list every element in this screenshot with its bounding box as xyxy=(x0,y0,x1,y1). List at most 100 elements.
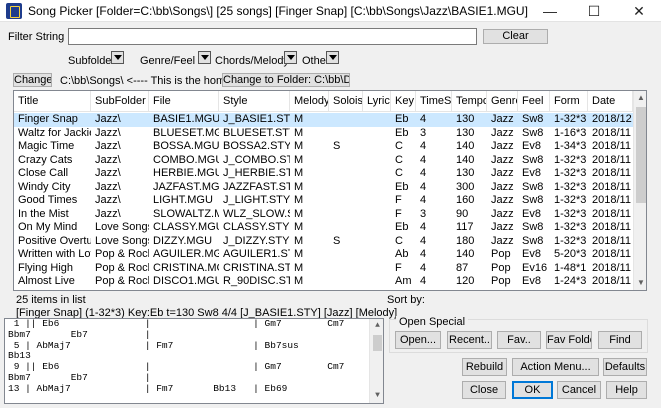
clear-button[interactable]: Clear xyxy=(483,29,548,44)
column-header-file[interactable]: File xyxy=(149,91,219,112)
chords-melody-dropdown[interactable] xyxy=(284,51,297,64)
chord-preview-scrollbar[interactable]: ▲ ▼ xyxy=(369,319,383,403)
change-to-demos-folder-button[interactable]: Change to Folder: C:\bb\Demos\ xyxy=(222,73,350,87)
cell-timesig: 4 xyxy=(420,194,427,206)
cell-timesig: 3 xyxy=(420,207,427,220)
chord-line: 5 | AbMaj7 | Fm7 | Bb7sus | xyxy=(8,339,384,351)
filter-string-input[interactable] xyxy=(68,28,477,45)
table-row[interactable]: Crazy Cats Jazz\ COMBO.MGU J_COMBO.STY M C 4 14… xyxy=(14,154,633,168)
table-row[interactable]: Waltz for Jackie Jazz\ BLUESET.MGU BLUESET.… xyxy=(14,127,633,141)
table-row[interactable]: Magic Time Jazz\ BOSSA.MGU BOSSA2.STY M S C 4 14… xyxy=(14,140,633,154)
find-button[interactable]: Find xyxy=(598,331,642,349)
column-header-form[interactable]: Form xyxy=(550,91,588,112)
cell-lyrics xyxy=(363,113,391,127)
table-row[interactable]: Almost Live Pop & Rock\ DISCO1.MGU R_90DISC… xyxy=(14,275,633,289)
open-button[interactable]: Open... xyxy=(395,331,441,349)
cell-key: F xyxy=(395,207,402,220)
cell-genre: Pop xyxy=(491,261,511,274)
open-special-title: Open Special xyxy=(396,316,469,328)
ok-button[interactable]: OK xyxy=(512,381,553,399)
cell-file: COMBO.MGU xyxy=(153,153,219,166)
cell-file: AGUILER.MGU xyxy=(153,248,219,260)
genre-feel-dropdown[interactable] xyxy=(198,51,211,64)
cell-subfolder: Jazz\ xyxy=(95,194,121,206)
table-row[interactable]: Close Call Jazz\ HERBIE.MGU J_HERBIE.STY M C 4… xyxy=(14,167,633,181)
column-header-title[interactable]: Title xyxy=(14,91,91,112)
scroll-down-icon[interactable]: ▼ xyxy=(370,389,383,403)
table-row[interactable]: Good Times Jazz\ LIGHT.MGU J_LIGHT.STY M F 4 16… xyxy=(14,194,633,208)
cell-melody: M xyxy=(294,194,304,206)
cell-title: Windy City xyxy=(18,180,71,193)
column-header-tempo[interactable]: Tempo xyxy=(452,91,487,112)
cell-subfolder: Jazz\ xyxy=(95,113,121,125)
table-row[interactable]: On My Mind Love Songs\ CLASSY.MGU CLASSY.ST… xyxy=(14,221,633,235)
column-header-lyrics[interactable]: Lyrics xyxy=(363,91,391,112)
fav-folder-button[interactable]: Fav Folder. xyxy=(546,331,592,349)
table-row[interactable]: Flying High Pop & Rock\ CRISTINA.MGU CRISTI… xyxy=(14,262,633,276)
column-header-genre[interactable]: Genre xyxy=(487,91,518,112)
cell-subfolder: Jazz\ xyxy=(95,140,121,152)
fav-button[interactable]: Fav.. xyxy=(497,331,541,349)
column-header-melody[interactable]: Melody xyxy=(290,91,329,112)
recent-button[interactable]: Recent.. xyxy=(447,331,492,349)
cell-title: Finger Snap xyxy=(18,113,78,125)
scroll-thumb[interactable] xyxy=(373,335,382,351)
table-row[interactable]: Positive Overtures Love Songs\ DIZZY.MGU J_… xyxy=(14,235,633,249)
column-header-soloist[interactable]: Soloist xyxy=(329,91,363,112)
cancel-button[interactable]: Cancel xyxy=(557,381,601,399)
defaults-button[interactable]: Defaults xyxy=(603,358,647,376)
cell-key: F xyxy=(395,194,402,206)
cell-timesig: 3 xyxy=(420,126,427,139)
column-header-feel[interactable]: Feel xyxy=(518,91,550,112)
cell-melody: M xyxy=(294,275,304,287)
scroll-down-icon[interactable]: ▼ xyxy=(634,276,646,290)
cell-form: 1-48*1 xyxy=(554,261,587,274)
cell-feel: Sw8 xyxy=(522,153,544,166)
scroll-up-icon[interactable]: ▲ xyxy=(634,91,646,105)
other-dropdown[interactable] xyxy=(326,51,339,64)
cell-subfolder: Jazz\ xyxy=(95,180,121,193)
cell-date: 2018/11 xyxy=(588,289,633,291)
cell-key: Am xyxy=(391,289,416,291)
column-header-key[interactable]: Key xyxy=(391,91,416,112)
cell-date: 2018/11 xyxy=(592,275,631,287)
cell-key: Eb xyxy=(395,180,409,193)
maximize-button[interactable]: ☐ xyxy=(572,0,616,22)
chord-preview[interactable]: 1 || Eb6 | | Gm7 Cm7 | Bbm7 Eb7 | 5 | AbM… xyxy=(4,318,384,404)
cell-timesig: 4 xyxy=(420,261,427,274)
column-header-style[interactable]: Style xyxy=(219,91,290,112)
help-button[interactable]: Help xyxy=(606,381,647,399)
column-header-timesig[interactable]: TimeSig xyxy=(416,91,452,112)
column-header-date[interactable]: Date xyxy=(588,91,633,112)
scroll-up-icon[interactable]: ▲ xyxy=(370,319,383,333)
rebuild-button[interactable]: Rebuild xyxy=(462,358,507,376)
cell-timesig: 4 xyxy=(420,167,427,179)
close-button[interactable]: Close xyxy=(462,381,506,399)
cell-file: HERBIE.MGU xyxy=(153,167,219,179)
cell-feel: Ev8 xyxy=(522,140,541,152)
cell-melody: M xyxy=(294,248,304,260)
close-window-button[interactable]: ✕ xyxy=(617,0,661,22)
cell-style: AGUILER1.STY xyxy=(223,248,290,260)
cell-style: CRISTINA.STY xyxy=(223,261,290,274)
table-row[interactable]: Hot AffairPop & Rock\GYPSYK.MGUR_GYPSYK.… xyxy=(14,289,633,291)
column-header-subfolder[interactable]: SubFolder xyxy=(91,91,149,112)
table-row[interactable]: Written with Love Pop & Rock\ AGUILER.MGU A… xyxy=(14,248,633,262)
change-folder-button[interactable]: Change.. xyxy=(13,73,52,87)
cell-tempo: 120 xyxy=(452,289,487,291)
cell-title: Close Call xyxy=(18,167,69,179)
cell-title: Almost Live xyxy=(18,275,75,287)
cell-melody: M xyxy=(294,207,304,220)
action-menu-button[interactable]: Action Menu... xyxy=(512,358,599,376)
minimize-button[interactable]: — xyxy=(528,0,572,22)
cell-title: In the Mist xyxy=(18,207,69,220)
scroll-thumb[interactable] xyxy=(636,107,646,203)
song-list[interactable]: Title SubFolder File Style Melody Solois… xyxy=(13,90,647,291)
song-list-scrollbar[interactable]: ▲ ▼ xyxy=(633,91,646,290)
table-row[interactable]: Windy City Jazz\ JAZFAST.MGU JAZZFAST.STY M E… xyxy=(14,181,633,195)
table-row[interactable]: Finger Snap Jazz\ BASIE1.MGU J_BASIE1.STY M E… xyxy=(14,113,633,127)
cell-genre: Jazz xyxy=(491,140,514,152)
table-row[interactable]: In the Mist Jazz\ SLOWALTZ.MGU WLZ_SLOW.STY… xyxy=(14,208,633,222)
cell-lyrics xyxy=(363,194,391,208)
subfolders-dropdown[interactable] xyxy=(111,51,124,64)
